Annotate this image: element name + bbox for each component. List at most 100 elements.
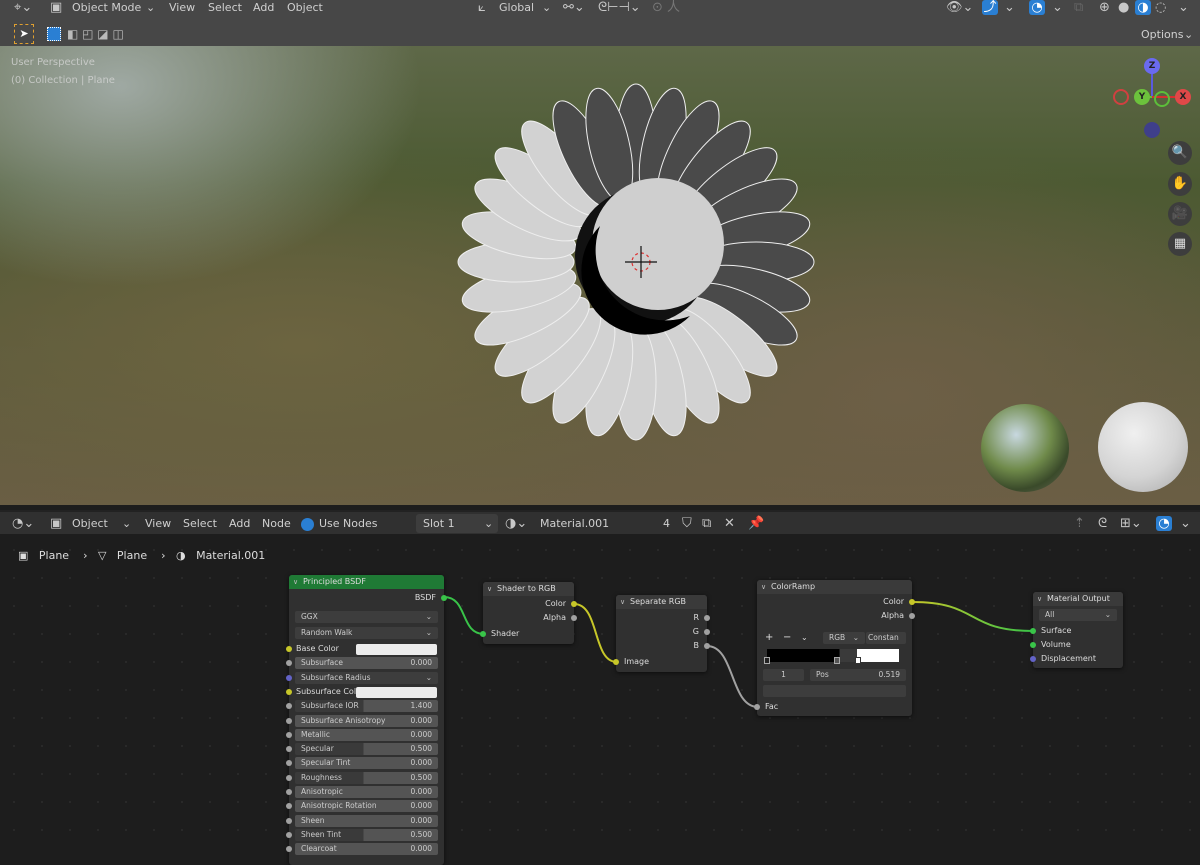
anisotropic-socket[interactable] [286,789,292,795]
duplicate-material-icon[interactable]: ⧉ [702,516,711,531]
color-ramp-node[interactable]: ColorRamp Color Alpha + − ⌄ RGB⌄ Constan… [754,580,915,716]
slot-label[interactable]: Slot 1 [423,516,455,531]
bsdf-output-socket[interactable] [441,595,447,601]
node-overlay-icon[interactable]: ◔ [1156,516,1172,531]
ortho-grid-icon[interactable]: ▦ [1168,232,1192,256]
use-nodes-label[interactable]: Use Nodes [319,516,378,531]
unlink-material-icon[interactable]: ✕ [724,516,735,531]
interpolation-select[interactable]: Constan [866,632,906,644]
target-select[interactable]: All ⌄ [1039,609,1117,621]
mode-select[interactable]: Object Mode [72,0,141,15]
subsurface-field[interactable]: Subsurface 0.000 [295,657,438,670]
snap-node-icon[interactable]: ᘓ [1098,516,1107,531]
node-menu-select[interactable]: Select [183,516,217,531]
subsurface-anisotropy-field[interactable]: Subsurface Anisotropy 0.000 [295,714,438,727]
fac-input-socket[interactable] [754,704,760,710]
gizmo-toggle-icon[interactable]: ⤴ [982,0,998,15]
editor-type-icon[interactable]: ⌖⌄ [14,0,32,15]
sheen-tint-socket[interactable] [286,831,292,838]
subsurface-radius-field[interactable]: Subsurface Radius ⌄ [295,671,438,684]
anisotropic-rotation-field[interactable]: Anisotropic Rotation 0.000 [295,800,438,813]
subsurface-ior-field[interactable]: Subsurface IOR 1.400 [295,700,438,713]
node-menu-add[interactable]: Add [229,516,250,531]
base-color-socket[interactable] [286,646,292,652]
sheen-field[interactable]: Sheen 0.000 [295,814,438,827]
pin-icon[interactable]: 📌 [748,516,764,531]
roughness-field[interactable]: Roughness 0.500 [295,771,438,784]
metallic-socket[interactable] [286,731,292,738]
principled-bsdf-node[interactable]: Principled BSDF BSDF GGX⌄ Random Walk⌄ B… [286,575,447,865]
anisotropic-field[interactable]: Anisotropic 0.000 [295,786,438,798]
gizmo-z-axis[interactable]: Z [1144,58,1160,74]
ramp-stop-1[interactable] [834,657,840,664]
shader-input-socket[interactable] [480,631,486,637]
menu-view[interactable]: View [169,0,195,15]
gizmo-x-axis[interactable]: X [1175,89,1191,105]
overlay-toggle-icon[interactable]: ◔ [1029,0,1045,15]
surface-input-socket[interactable] [1030,628,1036,634]
subsurface-method-select[interactable]: Random Walk ⌄ [295,627,438,639]
menu-object[interactable]: Object [287,0,323,15]
menu-add[interactable]: Add [253,0,274,15]
visibility-icon[interactable]: 👁⌄ [946,0,973,15]
alpha-output-socket[interactable] [909,613,915,619]
color-mode-select[interactable]: RGB ⌄ [823,632,865,644]
menu-select[interactable]: Select [208,0,242,15]
subsurface-ior-socket[interactable] [286,703,292,710]
node-header[interactable]: Separate RGB [616,595,707,609]
clearcoat-socket[interactable] [286,846,292,853]
parent-node-tree-icon[interactable]: ⇡ [1074,516,1085,531]
shader-to-rgb-node[interactable]: Shader to RGB Color Alpha Shader [480,582,577,644]
orientation-chevron-icon[interactable]: ⌄ [542,0,551,15]
specular-tint-field[interactable]: Specular Tint 0.000 [295,757,438,770]
gizmo-neg-x-axis[interactable] [1113,89,1129,105]
r-output-socket[interactable] [704,615,710,621]
metallic-field[interactable]: Metallic 0.000 [295,728,438,741]
specular-field[interactable]: Specular 0.500 [295,743,438,756]
tool-select-box-button[interactable]: ➤ [14,24,34,44]
node-header[interactable]: Material Output [1033,592,1123,606]
remove-stop-button[interactable]: − [783,632,791,644]
material-users-count[interactable]: 4 [663,516,670,531]
subsurface-colo-swatch[interactable] [356,686,437,698]
node-editor-canvas[interactable]: ▣ Plane › ▽ Plane › ◑ Material.001 Princ… [0,536,1200,865]
pan-hand-icon[interactable]: ✋ [1168,172,1192,196]
zoom-icon[interactable]: 🔍 [1168,141,1192,165]
shader-type-select[interactable]: Object [72,516,108,531]
node-header[interactable]: ColorRamp [757,580,912,594]
3d-viewport[interactable]: User Perspective (0) Collection | Plane … [0,46,1200,505]
anisotropic-rotation-socket[interactable] [286,803,292,810]
material-preview-shading-icon[interactable]: ◑ [1135,0,1151,15]
snap-icon[interactable]: ᘓ⊢⊣⌄ [598,0,641,15]
g-output-socket[interactable] [704,629,710,635]
clearcoat-field[interactable]: Clearcoat 0.000 [295,843,438,856]
fake-user-shield-icon[interactable]: ⛉ [682,516,692,531]
select-mode-new-icon[interactable] [47,27,61,41]
alpha-output-socket[interactable] [571,615,577,621]
node-header[interactable]: Principled BSDF [289,575,444,589]
proportional-edit-icon[interactable]: ⊙ 人 [652,0,680,15]
subsurface-socket[interactable] [286,660,292,667]
use-nodes-checkbox[interactable] [301,518,314,531]
color-output-socket[interactable] [909,599,915,605]
sheen-tint-field[interactable]: Sheen Tint 0.500 [295,828,438,841]
distribution-select[interactable]: GGX ⌄ [295,611,438,623]
slot-chevron-icon[interactable]: ⌄ [484,516,493,531]
snap-element-icon[interactable]: ⊞⌄ [1120,516,1142,531]
solid-shading-icon[interactable]: ● [1118,0,1129,15]
color-ramp-gradient[interactable] [767,649,899,662]
gizmo-neg-z-axis[interactable] [1144,122,1160,138]
color-output-socket[interactable] [571,601,577,607]
camera-view-icon[interactable]: 🎥 [1168,202,1192,226]
material-name-field[interactable]: Material.001 [540,516,609,531]
stop-position-field[interactable]: Pos 0.519 [810,669,906,681]
base-color-swatch[interactable] [356,644,437,655]
node-menu-node[interactable]: Node [262,516,291,531]
node-editor-type-icon[interactable]: ◔⌄ [12,516,34,531]
overlay-chevron-icon[interactable]: ⌄ [1052,0,1063,15]
subsurface-colo-socket[interactable] [286,688,292,695]
select-mode-extend-icon[interactable]: ◧ ◰ ◪ ◫ [67,27,124,41]
specular-socket[interactable] [286,746,292,753]
sheen-socket[interactable] [286,817,292,824]
ramp-stop-0[interactable] [764,657,770,664]
